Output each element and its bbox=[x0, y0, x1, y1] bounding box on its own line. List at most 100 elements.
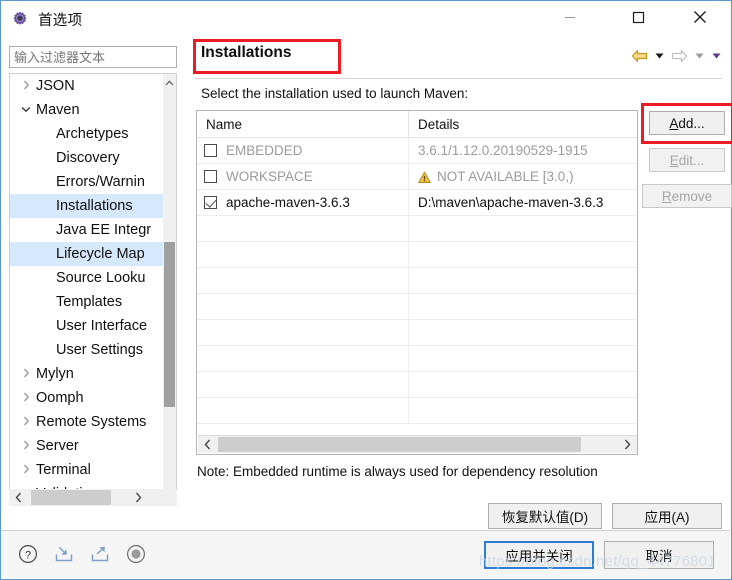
sidebar-item-oomph[interactable]: Oomph bbox=[10, 386, 166, 410]
sidebar-item-label: Installations bbox=[56, 198, 133, 214]
chevron-right-icon[interactable] bbox=[18, 464, 34, 477]
installations-table[interactable]: Name Details EMBEDDED 3.6.1/1.12.0.201905… bbox=[196, 110, 638, 455]
sidebar-item-java-ee-integr[interactable]: Java EE Integr bbox=[10, 218, 166, 242]
table-row[interactable]: WORKSPACE NOT AVAILABLE [3.0,) bbox=[197, 164, 637, 190]
sidebar-item-terminal[interactable]: Terminal bbox=[10, 458, 166, 482]
chevron-right-icon[interactable] bbox=[18, 80, 34, 93]
close-button[interactable] bbox=[677, 1, 723, 33]
chevron-right-icon[interactable] bbox=[18, 392, 34, 405]
table-row-empty bbox=[197, 346, 637, 372]
sidebar-item-label: Mylyn bbox=[36, 366, 74, 382]
note-text: Note: Embedded runtime is always used fo… bbox=[197, 464, 598, 479]
sidebar-item-discovery[interactable]: Discovery bbox=[10, 146, 166, 170]
sidebar-item-user-settings[interactable]: User Settings bbox=[10, 338, 166, 362]
apply-button[interactable]: 应用(A) bbox=[612, 503, 722, 529]
remove-button: Remove bbox=[642, 184, 732, 208]
table-body: EMBEDDED 3.6.1/1.12.0.20190529-1915 WORKSP… bbox=[197, 138, 637, 424]
table-row[interactable]: EMBEDDED 3.6.1/1.12.0.20190529-1915 bbox=[197, 138, 637, 164]
back-arrow-icon[interactable] bbox=[628, 45, 650, 67]
cell-details: D:\maven\apache-maven-3.6.3 bbox=[409, 190, 637, 215]
maximize-button[interactable] bbox=[615, 1, 661, 33]
cell-name: EMBEDDED bbox=[197, 138, 409, 163]
sidebar-item-server[interactable]: Server bbox=[10, 434, 166, 458]
search-input[interactable] bbox=[9, 46, 177, 68]
row-checkbox[interactable] bbox=[204, 196, 217, 209]
installation-details: NOT AVAILABLE [3.0,) bbox=[437, 169, 574, 184]
sidebar-item-label: Oomph bbox=[36, 390, 84, 406]
sidebar-item-label: Templates bbox=[56, 294, 123, 310]
cell-name bbox=[197, 398, 409, 423]
minimize-button[interactable] bbox=[547, 1, 593, 33]
sidebar-item-label: User Settings bbox=[56, 342, 144, 358]
table-row-empty bbox=[197, 294, 637, 320]
sidebar-item-mylyn[interactable]: Mylyn bbox=[10, 362, 166, 386]
title-bar: 首选项 bbox=[1, 1, 731, 38]
table-header: Name Details bbox=[197, 111, 637, 138]
tree-scrollbar-thumb[interactable] bbox=[164, 242, 175, 407]
title-highlight-annotation bbox=[193, 39, 341, 74]
cell-details: NOT AVAILABLE [3.0,) bbox=[409, 164, 637, 189]
sidebar-item-source-looku[interactable]: Source Looku bbox=[10, 266, 166, 290]
preferences-tree[interactable]: JSON Maven Archetypes Discovery Errors/Warni… bbox=[9, 73, 177, 505]
tree-hscrollbar-thumb[interactable] bbox=[31, 490, 111, 505]
table-horizontal-scrollbar[interactable] bbox=[198, 435, 637, 453]
table-row-empty bbox=[197, 242, 637, 268]
sidebar-item-archetypes[interactable]: Archetypes bbox=[10, 122, 166, 146]
sidebar-item-label: Maven bbox=[36, 102, 80, 118]
sidebar-item-label: Errors/Warnin bbox=[56, 174, 145, 190]
table-row[interactable]: apache-maven-3.6.3 D:\maven\apache-maven-… bbox=[197, 190, 637, 216]
scroll-left-icon[interactable] bbox=[198, 436, 216, 453]
cell-name: WORKSPACE bbox=[197, 164, 409, 189]
preference-page: Installations Select the installation us… bbox=[187, 38, 732, 531]
forward-dropdown-icon bbox=[691, 45, 707, 67]
cell-details bbox=[409, 268, 637, 293]
export-icon[interactable] bbox=[88, 542, 112, 566]
scroll-up-icon[interactable] bbox=[163, 74, 176, 91]
sidebar-item-maven[interactable]: Maven bbox=[10, 98, 166, 122]
cell-details: 3.6.1/1.12.0.20190529-1915 bbox=[409, 138, 637, 163]
cell-name bbox=[197, 294, 409, 319]
chevron-right-icon[interactable] bbox=[18, 368, 34, 381]
back-dropdown-icon[interactable] bbox=[651, 45, 667, 67]
chevron-right-icon[interactable] bbox=[18, 416, 34, 429]
installation-name: apache-maven-3.6.3 bbox=[226, 195, 350, 210]
help-icon[interactable]: ? bbox=[16, 542, 40, 566]
scroll-right-icon[interactable] bbox=[618, 436, 636, 453]
tree-vertical-scrollbar[interactable] bbox=[163, 74, 176, 504]
page-description: Select the installation used to launch M… bbox=[201, 86, 469, 101]
column-header-details[interactable]: Details bbox=[409, 111, 637, 137]
sidebar-item-remote-systems[interactable]: Remote Systems bbox=[10, 410, 166, 434]
import-icon[interactable] bbox=[52, 542, 76, 566]
scroll-right-icon[interactable] bbox=[129, 489, 147, 506]
tree-horizontal-scrollbar[interactable] bbox=[9, 489, 177, 506]
record-icon[interactable] bbox=[124, 542, 148, 566]
navigation-icons bbox=[628, 44, 724, 68]
cell-name bbox=[197, 268, 409, 293]
cell-details bbox=[409, 242, 637, 267]
gear-icon bbox=[10, 10, 30, 30]
sidebar-item-label: User Interface bbox=[56, 318, 148, 334]
cell-name bbox=[197, 242, 409, 267]
sidebar-item-templates[interactable]: Templates bbox=[10, 290, 166, 314]
view-menu-dropdown-icon[interactable] bbox=[708, 45, 724, 67]
sidebar-item-json[interactable]: JSON bbox=[10, 74, 166, 98]
footer-icon-group: ? bbox=[16, 542, 148, 566]
sidebar-item-lifecycle-map[interactable]: Lifecycle Map bbox=[10, 242, 166, 266]
table-row-empty bbox=[197, 398, 637, 424]
svg-text:?: ? bbox=[25, 549, 31, 561]
row-checkbox[interactable] bbox=[204, 170, 217, 183]
cell-details bbox=[409, 372, 637, 397]
table-hscrollbar-thumb[interactable] bbox=[218, 437, 581, 452]
restore-defaults-button[interactable]: 恢复默认值(D) bbox=[488, 503, 602, 529]
sidebar-item-installations[interactable]: Installations bbox=[10, 194, 166, 218]
chevron-right-icon[interactable] bbox=[18, 440, 34, 453]
row-checkbox[interactable] bbox=[204, 144, 217, 157]
sidebar-item-user-interface[interactable]: User Interface bbox=[10, 314, 166, 338]
edit-button: Edit... bbox=[649, 148, 725, 172]
sidebar-item-errors-warnin[interactable]: Errors/Warnin bbox=[10, 170, 166, 194]
chevron-down-icon[interactable] bbox=[18, 104, 34, 116]
scroll-left-icon[interactable] bbox=[9, 489, 27, 506]
installation-details: D:\maven\apache-maven-3.6.3 bbox=[418, 195, 604, 210]
column-header-name[interactable]: Name bbox=[197, 111, 409, 137]
forward-arrow-icon bbox=[668, 45, 690, 67]
